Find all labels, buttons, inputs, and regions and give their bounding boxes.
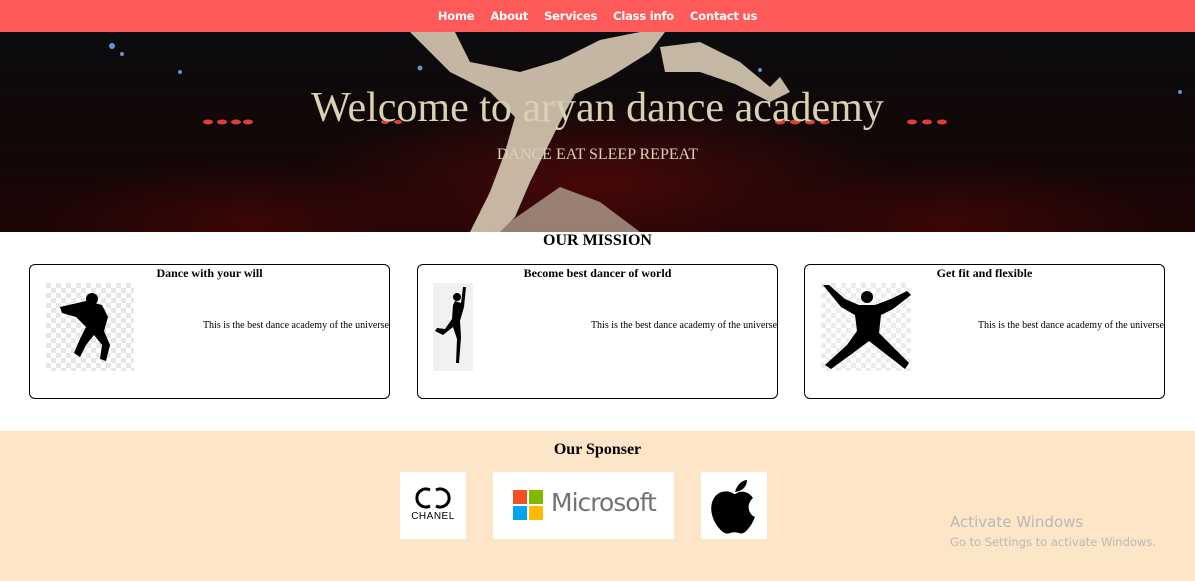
hiphop-dancer-image <box>46 283 134 371</box>
card-text: This is the best dance academy of the un… <box>977 320 1164 331</box>
sponsor-section: Our Sponser CHANEL Microsoft <box>0 431 1195 581</box>
hero-background-image <box>109 32 1182 232</box>
card-text: This is the best dance academy of the un… <box>202 320 389 331</box>
chanel-logo-mark <box>415 487 451 509</box>
activate-windows-subtitle: Go to Settings to activate Windows. <box>950 535 1156 549</box>
nav-services-link[interactable]: Services <box>536 9 605 23</box>
mission-card-2: Become best dancer of world This is the … <box>417 264 778 399</box>
nav-home-link[interactable]: Home <box>430 9 483 23</box>
nav-contact-link[interactable]: Contact us <box>682 9 765 23</box>
apple-icon <box>711 480 755 534</box>
card-text: This is the best dance academy of the un… <box>590 320 777 331</box>
mission-heading: OUR MISSION <box>543 232 652 249</box>
card-title: Become best dancer of world <box>523 266 672 280</box>
hero-title: Welcome to aryan dance academy <box>311 85 884 131</box>
mission-card-1: Dance with your will This is the best da… <box>29 264 390 399</box>
jumping-dancer-image <box>821 283 911 371</box>
nav-class-info-link[interactable]: Class info <box>605 9 682 23</box>
nav-about-link[interactable]: About <box>482 9 536 23</box>
navbar: Home About Services Class info Contact u… <box>0 0 1195 32</box>
hero-subtitle: DANCE EAT SLEEP REPEAT <box>496 146 699 163</box>
apple-logo <box>701 472 767 539</box>
mission-card-3: Get fit and flexible This is the best da… <box>804 264 1165 399</box>
ballet-dancer-image <box>433 283 473 371</box>
card-title: Get fit and flexible <box>936 266 1033 280</box>
card-title: Dance with your will <box>156 266 263 280</box>
sponsor-heading: Our Sponser <box>553 441 642 458</box>
hero-banner: Welcome to aryan dance academy DANCE EAT… <box>0 32 1195 232</box>
chanel-logo: CHANEL <box>400 472 466 539</box>
activate-windows-title: Activate Windows <box>950 513 1084 531</box>
microsoft-logo: Microsoft <box>493 472 674 539</box>
microsoft-logo-text: Microsoft <box>551 488 657 517</box>
chanel-logo-text: CHANEL <box>411 511 455 522</box>
